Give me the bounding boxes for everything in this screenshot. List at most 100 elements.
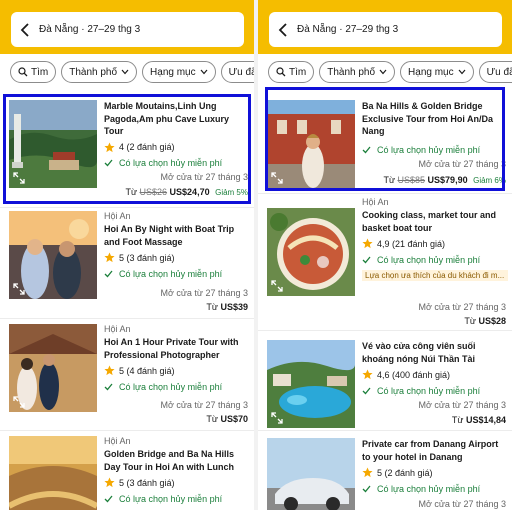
- divider: [258, 330, 512, 331]
- open-date: Mở cửa từ 27 tháng 3: [418, 499, 507, 509]
- price: US$70: [220, 414, 248, 424]
- open-date: Mở cửa từ 27 tháng 3: [160, 400, 249, 410]
- list-item[interactable]: Vé vào cửa công viên suối khoáng nóng Nú…: [258, 334, 512, 430]
- chip-label: Ưu đãi &: [228, 66, 254, 78]
- star-icon: [362, 467, 373, 478]
- chip-deals[interactable]: Ưu đãi &: [478, 61, 512, 83]
- chip-category[interactable]: Hạng mục: [142, 61, 216, 83]
- search-bar[interactable]: Đà Nẵng · 27–29 thg 3: [269, 12, 502, 47]
- cancel-text: Có lựa chọn hủy miễn phí: [119, 381, 223, 392]
- chip-city[interactable]: Thành phố: [319, 61, 396, 83]
- filter-chips: Tìm Thành phố Hạng mục Ưu đãi &: [10, 61, 254, 85]
- rating-row: 5 (3 đánh giá): [104, 476, 250, 489]
- free-cancel: Có lựa chọn hủy miễn phí: [362, 482, 508, 495]
- search-bar[interactable]: Đà Nẵng · 27–29 thg 3: [11, 12, 244, 47]
- divider: [0, 318, 254, 319]
- rating-row: 4,9 (21 đánh giá): [362, 237, 508, 250]
- highlight-frame: [265, 87, 505, 191]
- open-date: Mở cửa từ 27 tháng 3: [418, 302, 507, 312]
- search-query: Đà Nẵng · 27–29 thg 3: [297, 24, 399, 35]
- expand-icon[interactable]: [13, 396, 25, 408]
- right-results-panel: Đà Nẵng · 27–29 thg 3 Tìm Thành phố Hạng…: [258, 0, 512, 510]
- tour-image: [267, 208, 355, 296]
- tour-title[interactable]: Cooking class, market tour and basket bo…: [362, 209, 508, 234]
- chevron-down-icon: [200, 69, 208, 75]
- check-icon: [104, 270, 113, 277]
- tour-title[interactable]: Hoi An By Night with Boat Trip and Foot …: [104, 223, 250, 248]
- list-item[interactable]: Hội An Cooking class, market tour and ba…: [258, 196, 512, 330]
- price: US$39: [220, 302, 248, 312]
- chip-search[interactable]: Tìm: [268, 61, 315, 83]
- price: US$14,84: [465, 415, 506, 425]
- tour-title[interactable]: Golden Bridge and Ba Na Hills Day Tour i…: [104, 448, 250, 473]
- free-cancel: Có lựa chọn hủy miễn phí: [362, 253, 508, 266]
- search-icon: [276, 67, 286, 77]
- star-icon: [104, 365, 115, 376]
- tour-location: Hội An: [104, 436, 131, 446]
- chip-category[interactable]: Hạng mục: [400, 61, 474, 83]
- cancel-text: Có lựa chọn hủy miễn phí: [377, 483, 481, 494]
- tour-location: Hội An: [104, 211, 131, 221]
- divider: [258, 193, 512, 194]
- expand-icon[interactable]: [13, 283, 25, 295]
- tour-info: Vé vào cửa công viên suối khoáng nóng Nú…: [362, 340, 508, 397]
- back-arrow-icon[interactable]: [269, 12, 297, 47]
- price-row: Từ US$28: [464, 316, 506, 326]
- tour-info: Hội An Golden Bridge and Ba Na Hills Day…: [104, 436, 250, 505]
- price-prefix: Từ: [206, 414, 218, 424]
- chevron-down-icon: [121, 69, 129, 75]
- check-icon: [362, 387, 371, 394]
- price-row: Từ US$70: [206, 414, 248, 424]
- tour-title[interactable]: Vé vào cửa công viên suối khoáng nóng Nú…: [362, 340, 508, 365]
- rating-text: 5 (4 đánh giá): [119, 365, 175, 376]
- chevron-down-icon: [458, 69, 466, 75]
- list-item[interactable]: Private car from Danang Airport to your …: [258, 434, 512, 510]
- tour-title[interactable]: Private car from Danang Airport to your …: [362, 438, 508, 463]
- price-row: Từ US$39: [206, 302, 248, 312]
- chevron-down-icon: [379, 69, 387, 75]
- chip-search[interactable]: Tìm: [10, 61, 57, 83]
- expand-icon[interactable]: [271, 412, 283, 424]
- divider: [0, 430, 254, 431]
- tour-image: [9, 436, 97, 510]
- expand-icon[interactable]: [271, 280, 283, 292]
- list-item[interactable]: Hội An Hoi An By Night with Boat Trip an…: [0, 210, 254, 320]
- list-item[interactable]: Hội An Golden Bridge and Ba Na Hills Day…: [0, 434, 254, 510]
- search-icon: [18, 67, 28, 77]
- tour-location: Hội An: [104, 324, 131, 334]
- tour-image: [267, 340, 355, 428]
- tour-title[interactable]: Hoi An 1 Hour Private Tour with Professi…: [104, 336, 250, 361]
- rating-row: 5 (2 đánh giá): [362, 466, 508, 479]
- chip-city[interactable]: Thành phố: [61, 61, 138, 83]
- left-results-panel: Đà Nẵng · 27–29 thg 3 Tìm Thành phố Hạng…: [0, 0, 254, 510]
- rating-text: 4,6 (400 đánh giá): [377, 369, 451, 380]
- cancel-text: Có lựa chọn hủy miễn phí: [377, 254, 481, 265]
- rating-text: 5 (3 đánh giá): [119, 252, 175, 263]
- check-icon: [104, 495, 113, 502]
- rating-text: 5 (3 đánh giá): [119, 477, 175, 488]
- cancel-text: Có lựa chọn hủy miễn phí: [119, 268, 223, 279]
- rating-text: 4,9 (21 đánh giá): [377, 238, 446, 249]
- back-arrow-icon[interactable]: [11, 12, 39, 47]
- chip-deals[interactable]: Ưu đãi &: [220, 61, 254, 83]
- tour-location: Hội An: [362, 197, 389, 207]
- price-prefix: Từ: [464, 316, 476, 326]
- list-item[interactable]: Hội An Hoi An 1 Hour Private Tour with P…: [0, 322, 254, 432]
- highlight-frame: [3, 94, 251, 204]
- tour-image: [267, 438, 355, 510]
- price-prefix: Từ: [206, 302, 218, 312]
- chip-label: Tìm: [289, 66, 307, 78]
- tour-image: [9, 211, 97, 299]
- chip-label: Thành phố: [69, 66, 118, 78]
- star-icon: [104, 477, 115, 488]
- rating-row: 5 (4 đánh giá): [104, 364, 250, 377]
- price-row: Từ US$14,84: [452, 415, 506, 425]
- check-icon: [362, 485, 371, 492]
- rating-row: 5 (3 đánh giá): [104, 251, 250, 264]
- free-cancel: Có lựa chọn hủy miễn phí: [104, 380, 250, 393]
- star-icon: [362, 369, 373, 380]
- divider: [258, 430, 512, 431]
- tour-info: Private car from Danang Airport to your …: [362, 438, 508, 495]
- cancel-text: Có lựa chọn hủy miễn phí: [377, 385, 481, 396]
- traveler-choice-badge: Lựa chọn ưa thích của du khách đi m...: [362, 270, 508, 281]
